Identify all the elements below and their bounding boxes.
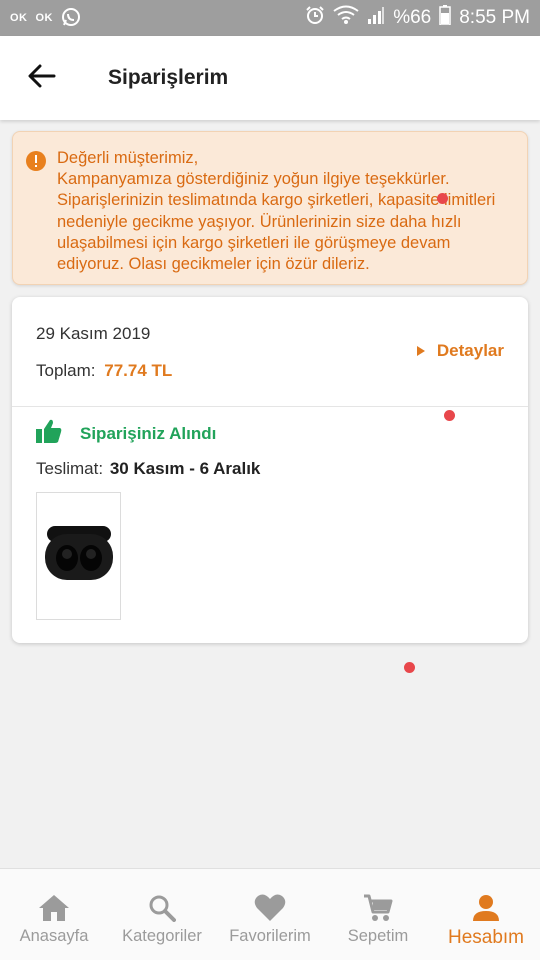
order-status: Siparişiniz Alındı: [36, 419, 216, 448]
clock: 8:55 PM: [459, 7, 530, 28]
person-icon: [472, 893, 500, 923]
order-total: Toplam: 77.74 TL: [36, 361, 172, 381]
search-icon: [148, 893, 176, 923]
home-icon: [38, 893, 70, 923]
app-header: Siparişlerim: [0, 36, 540, 120]
campaign-notice: Değerli müşterimiz, Kampanyamıza gösterd…: [12, 131, 528, 285]
back-button[interactable]: [0, 36, 84, 120]
arrow-left-icon: [28, 64, 56, 93]
status-right: %66 8:55 PM: [305, 5, 530, 31]
details-label: Detaylar: [436, 341, 504, 360]
touch-dot: [444, 410, 455, 421]
notice-text: Değerli müşterimiz, Kampanyamıza gösterd…: [57, 149, 496, 274]
status-bar: OK OK %66 8:55 PM: [0, 0, 540, 36]
thumbs-up-icon: [36, 419, 62, 448]
nav-label: Favorilerim: [229, 927, 311, 945]
cart-icon: [363, 893, 393, 923]
nav-home[interactable]: Anasayfa: [0, 869, 108, 960]
triangle-right-icon: [416, 341, 425, 361]
nav-label: Kategoriler: [122, 927, 202, 945]
delivery-label: Teslimat:: [36, 459, 104, 478]
ok-notification-icon: OK: [10, 12, 28, 24]
battery-icon: [439, 5, 451, 31]
bottom-nav: Anasayfa Kategoriler Favorilerim Sepetim…: [0, 868, 540, 960]
nav-label: Sepetim: [347, 927, 409, 945]
nav-account[interactable]: Hesabım: [432, 869, 540, 960]
nav-label: Anasayfa: [19, 927, 89, 945]
delivery-info: Teslimat: 30 Kasım - 6 Aralık: [36, 459, 260, 479]
status-text: Siparişiniz Alındı: [80, 423, 217, 443]
heart-icon: [254, 893, 286, 923]
nav-categories[interactable]: Kategoriler: [108, 869, 216, 960]
ok-notification-icon: OK: [35, 12, 53, 24]
product-thumbnail[interactable]: [36, 492, 121, 620]
delivery-dates: 30 Kasım - 6 Aralık: [109, 459, 261, 478]
order-card[interactable]: 29 Kasım 2019 Toplam: 77.74 TL Detaylar …: [12, 297, 528, 643]
earbuds-image: [43, 524, 115, 589]
alarm-icon: [305, 5, 325, 31]
order-date: 29 Kasım 2019: [36, 324, 151, 343]
details-link[interactable]: Detaylar: [416, 341, 504, 361]
nav-favorites[interactable]: Favorilerim: [216, 869, 324, 960]
total-amount: 77.74 TL: [104, 361, 173, 380]
battery-percent: %66: [393, 7, 432, 28]
touch-dot: [437, 193, 448, 204]
signal-icon: [367, 6, 385, 30]
wifi-icon: [333, 5, 359, 31]
whatsapp-icon: [61, 7, 81, 30]
touch-dot: [404, 662, 415, 673]
nav-cart[interactable]: Sepetim: [324, 869, 432, 960]
info-icon: [26, 151, 46, 176]
nav-label: Hesabım: [447, 927, 525, 948]
status-left: OK OK: [10, 7, 81, 30]
total-label: Toplam:: [36, 361, 96, 380]
card-divider: [12, 406, 528, 407]
page-title: Siparişlerim: [108, 66, 229, 89]
